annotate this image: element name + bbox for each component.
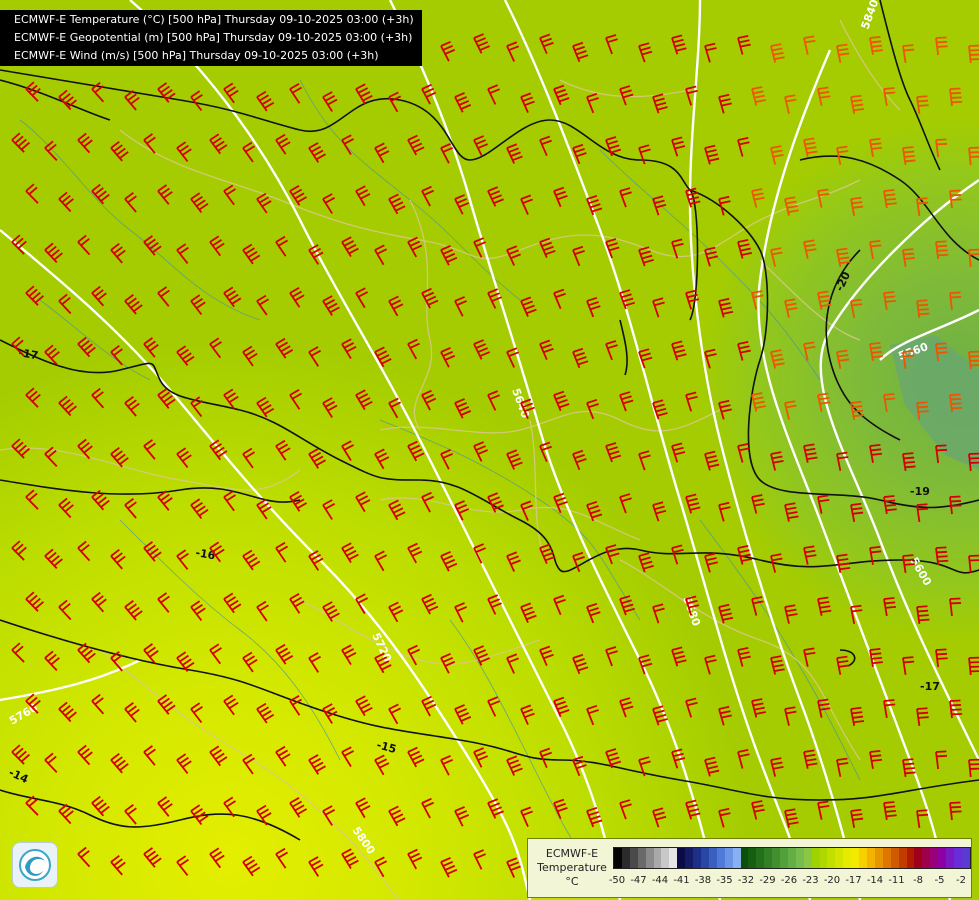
legend-swatch <box>614 848 622 868</box>
legend-swatch <box>930 848 939 868</box>
legend-tick-label: -23 <box>802 875 819 886</box>
legend-swatch <box>756 848 765 868</box>
legend-model: ECMWF-E <box>545 847 599 860</box>
legend-swatch <box>827 848 836 868</box>
legend-tick-label: -2 <box>956 875 966 886</box>
legend-tick-label: -50 <box>608 875 626 886</box>
legend-swatch <box>748 848 757 868</box>
legend-swatch <box>661 848 670 868</box>
legend-swatch <box>961 848 970 868</box>
legend-swatch <box>740 848 749 868</box>
legend-swatch <box>669 848 678 868</box>
legend-swatch <box>772 848 781 868</box>
legend-tick-label: -17 <box>845 875 862 886</box>
legend-swatch <box>843 848 852 868</box>
legend-swatch <box>922 848 931 868</box>
legend-swatch <box>764 848 773 868</box>
logo-icon <box>12 842 58 888</box>
legend-swatch <box>708 848 717 868</box>
legend-swatch <box>787 848 796 868</box>
legend-swatch <box>693 848 701 868</box>
legend-swatch <box>906 848 915 868</box>
legend-swatch <box>874 848 883 868</box>
legend-swatch <box>629 848 638 868</box>
map-title-block: ECMWF-E Temperature (°C) [500 hPa] Thurs… <box>0 10 422 66</box>
title-temperature: ECMWF-E Temperature (°C) [500 hPa] Thurs… <box>14 13 414 26</box>
legend-tick-label: -44 <box>651 875 669 886</box>
legend-swatch <box>851 848 860 868</box>
title-wind: ECMWF-E Wind (m/s) [500 hPa] Thursday 09… <box>14 49 379 62</box>
legend-unit: °C <box>565 875 579 888</box>
legend-tick-label: -5 <box>934 875 945 886</box>
legend-swatch <box>780 848 788 868</box>
legend-swatch <box>716 848 725 868</box>
legend-swatch <box>938 848 947 868</box>
legend-swatch <box>621 848 630 868</box>
legend-tick-label: -8 <box>913 875 923 886</box>
title-geopotential: ECMWF-E Geopotential (m) [500 hPa] Thurs… <box>14 31 413 44</box>
legend-tick-label: -32 <box>737 875 755 886</box>
legend-tick-label: -26 <box>780 875 798 886</box>
legend-swatch <box>795 848 804 868</box>
legend-tick-label: -29 <box>759 875 776 886</box>
legend-swatch <box>859 848 867 868</box>
legend-swatch <box>914 848 923 868</box>
legend-swatch <box>677 848 686 868</box>
legend-swatch <box>637 848 646 868</box>
legend-swatch <box>645 848 654 868</box>
legend-title: ECMWF-E Temperature °C <box>532 847 612 889</box>
legend-swatch <box>803 848 812 868</box>
legend-swatch <box>867 848 875 868</box>
legend-variable: Temperature <box>537 861 607 874</box>
legend-swatch <box>946 848 954 868</box>
temperature-label: -19 <box>910 485 930 498</box>
legend-swatch <box>732 848 741 868</box>
legend-colorbar <box>613 847 971 869</box>
legend-tick-label: -11 <box>888 875 905 886</box>
temperature-label: -17 <box>920 680 940 693</box>
legend-swatch <box>685 848 694 868</box>
legend-swatch <box>653 848 662 868</box>
legend-tick-label: -41 <box>673 875 690 886</box>
legend-swatch <box>819 848 828 868</box>
legend-tick-label: -47 <box>630 875 647 886</box>
legend-tick-label: -20 <box>823 875 841 886</box>
legend-tick-label: -38 <box>694 875 712 886</box>
legend-swatch <box>882 848 891 868</box>
legend-swatch <box>898 848 907 868</box>
weather-map: 5840 5560 5640 5680 5600 5720 5760 5800 … <box>0 0 979 900</box>
legend-swatch <box>890 848 899 868</box>
legend-tick-label: -14 <box>866 875 884 886</box>
legend-swatch <box>724 848 733 868</box>
legend-swatch <box>700 848 709 868</box>
legend-tick-labels: -50 -47 -44 -41 -38 -35 -32 -29 -26 -23 -20 -17 -14-… <box>609 875 969 889</box>
legend-swatch <box>835 848 844 868</box>
temperature-legend: ECMWF-E Temperature °C -50 -47 -44 -41 -38 -3… <box>527 838 972 898</box>
legend-swatch <box>811 848 820 868</box>
legend-tick-label: -35 <box>716 875 733 886</box>
legend-swatch <box>953 848 962 868</box>
